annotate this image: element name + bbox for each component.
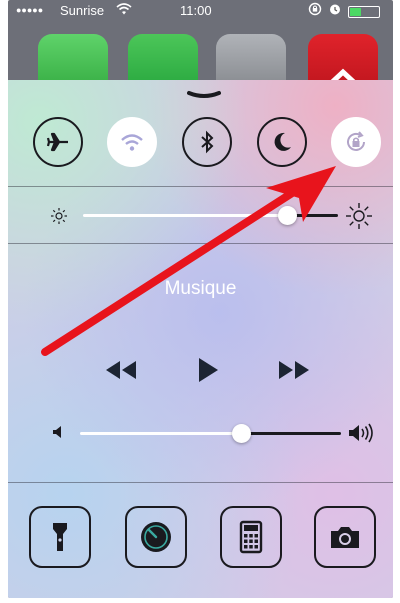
divider <box>8 186 393 187</box>
camera-button[interactable] <box>314 506 376 568</box>
wifi-icon <box>121 134 143 151</box>
battery-level <box>350 8 361 16</box>
play-button[interactable] <box>188 355 228 385</box>
wifi-toggle[interactable] <box>107 117 157 167</box>
flashlight-icon <box>53 523 67 551</box>
battery-icon <box>348 6 380 18</box>
volume-slider-fill <box>80 432 242 435</box>
fast-forward-icon <box>279 361 309 379</box>
control-center-panel: Musique <box>8 80 393 598</box>
volume-slider-knob[interactable] <box>232 424 252 443</box>
rotation-lock-status-icon <box>308 2 322 19</box>
calculator-icon <box>239 520 263 554</box>
screenshot-frame: ●●●●● Sunrise 11:00 Musique <box>0 0 400 603</box>
alarm-status-icon <box>328 2 342 19</box>
now-playing-title: Musique <box>164 278 237 299</box>
rotation-lock-icon <box>347 131 365 151</box>
bluetooth-icon <box>201 130 214 154</box>
flashlight-button[interactable] <box>29 506 91 568</box>
airplane-icon <box>46 132 68 152</box>
bluetooth-toggle[interactable] <box>182 117 232 167</box>
clock: 11:00 <box>180 3 212 18</box>
status-bar: ●●●●● Sunrise 11:00 <box>8 0 393 22</box>
calculator-button[interactable] <box>220 506 282 568</box>
rewind-icon <box>106 361 136 379</box>
rewind-button[interactable] <box>101 355 141 385</box>
volume-high-icon <box>349 423 373 443</box>
brightness-slider-fill <box>83 214 287 217</box>
rotation-lock-toggle[interactable] <box>331 117 381 167</box>
fast-forward-button[interactable] <box>274 355 314 385</box>
signal-strength: ●●●●● <box>16 5 44 15</box>
camera-icon <box>331 527 359 548</box>
do-not-disturb-toggle[interactable] <box>257 117 307 167</box>
volume-slider-track[interactable] <box>241 432 341 435</box>
play-icon <box>199 358 218 382</box>
brightness-high-icon <box>346 203 372 229</box>
brightness-slider-knob[interactable] <box>277 206 297 225</box>
carrier-name: Sunrise <box>60 3 105 18</box>
wifi-status-icon <box>116 2 132 19</box>
timer-icon <box>141 522 171 552</box>
timer-button[interactable] <box>125 506 187 568</box>
divider <box>8 243 393 244</box>
moon-icon <box>274 132 291 151</box>
panel-handle-icon[interactable] <box>187 90 221 100</box>
brightness-low-icon <box>51 208 67 224</box>
volume-low-icon <box>53 426 61 438</box>
phone-screen: ●●●●● Sunrise 11:00 Musique <box>8 0 393 598</box>
divider <box>8 482 393 483</box>
airplane-mode-toggle[interactable] <box>33 117 83 167</box>
